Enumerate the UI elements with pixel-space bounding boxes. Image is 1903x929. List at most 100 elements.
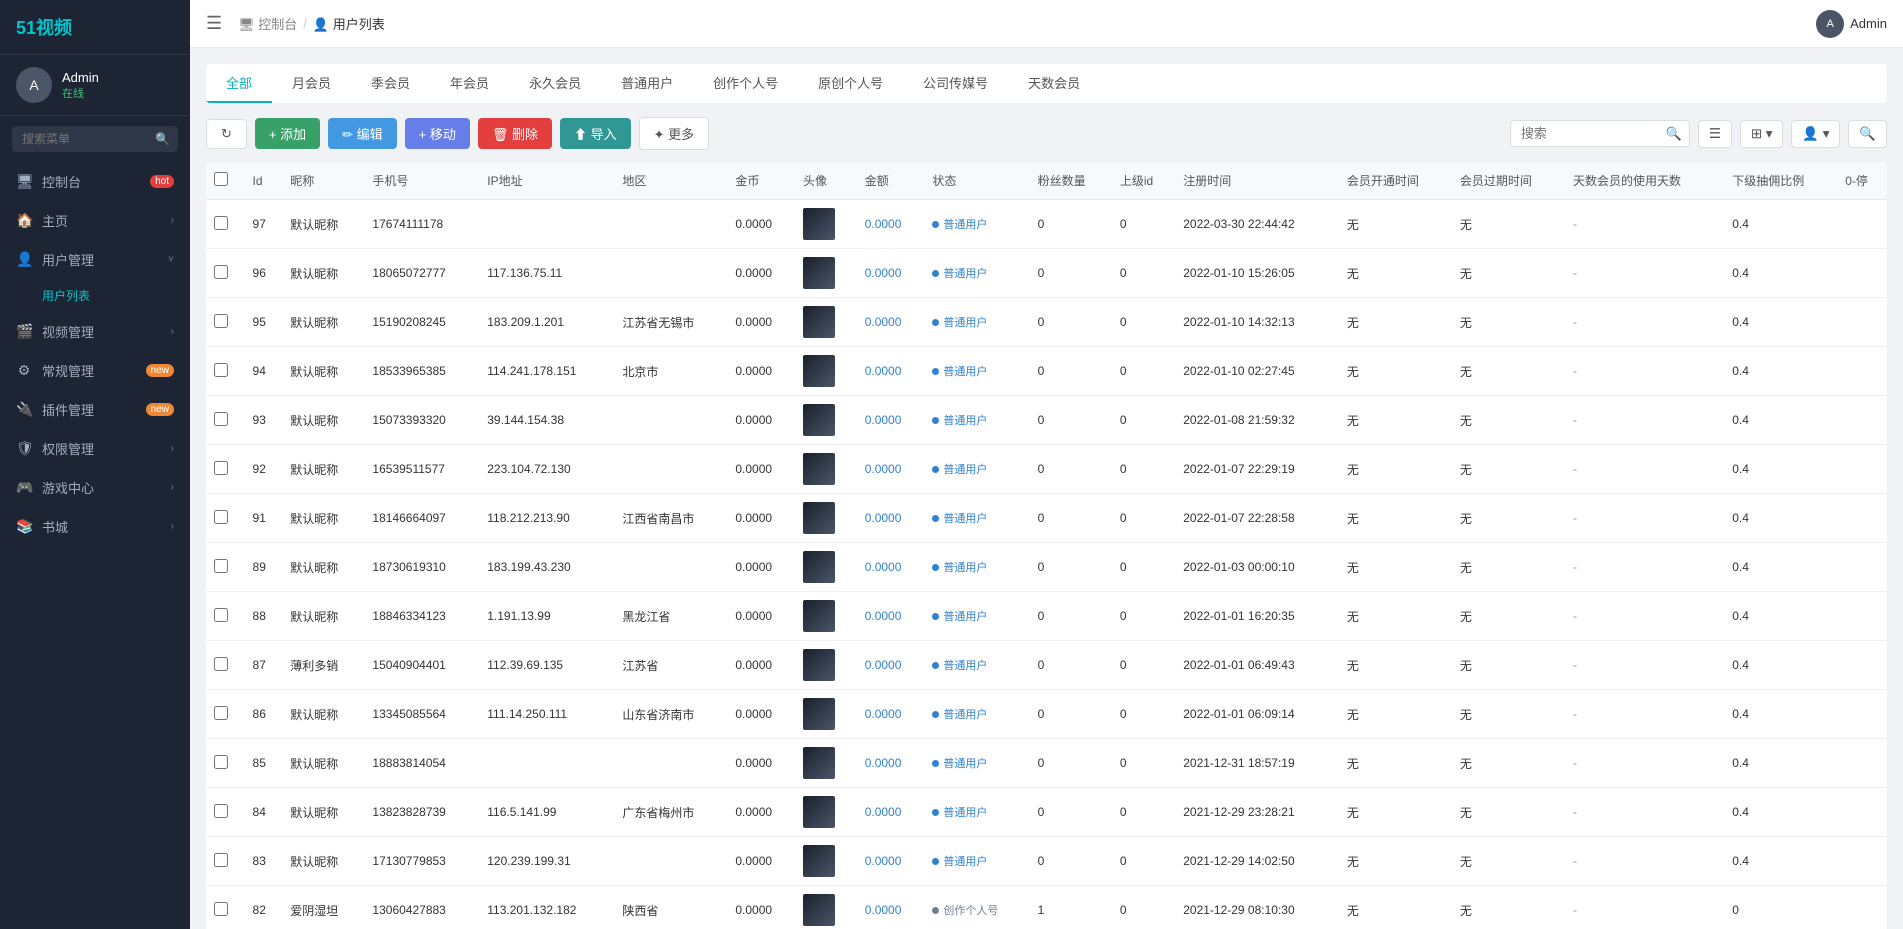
- cell-region: 北京市: [614, 347, 727, 396]
- row-checkbox[interactable]: [214, 216, 228, 230]
- breadcrumb-item-console: 🖥 控制台: [238, 14, 297, 33]
- row-checkbox[interactable]: [214, 461, 228, 475]
- row-checkbox[interactable]: [214, 265, 228, 279]
- cell-amount[interactable]: 0.0000: [857, 641, 925, 690]
- row-checkbox[interactable]: [214, 804, 228, 818]
- sidebar-item-bookstore[interactable]: 📚 书城 ›: [0, 507, 190, 546]
- cell-amount[interactable]: 0.0000: [857, 690, 925, 739]
- tab-company-media[interactable]: 公司传媒号: [903, 64, 1008, 103]
- cell-status: 创作个人号: [924, 886, 1029, 929]
- row-checkbox[interactable]: [214, 412, 228, 426]
- cell-amount[interactable]: 0.0000: [857, 445, 925, 494]
- cell-tianshu-days: -: [1565, 739, 1724, 788]
- topbar-menu-toggle[interactable]: ☰: [206, 13, 222, 34]
- add-button[interactable]: + 添加: [255, 118, 320, 149]
- row-checkbox[interactable]: [214, 559, 228, 573]
- view-list-button[interactable]: ☰: [1698, 120, 1732, 148]
- refresh-button[interactable]: ↻: [206, 119, 247, 149]
- tab-permanent[interactable]: 永久会员: [509, 64, 601, 103]
- sidebar-item-perm-mgmt[interactable]: 🛡 权限管理 ›: [0, 429, 190, 468]
- cell-amount[interactable]: 0.0000: [857, 396, 925, 445]
- cell-amount[interactable]: 0.0000: [857, 200, 925, 249]
- move-button[interactable]: + 移动: [405, 118, 470, 149]
- tab-annual[interactable]: 年会员: [430, 64, 509, 103]
- sidebar-item-plugin-mgmt[interactable]: 🔌 插件管理 new: [0, 390, 190, 429]
- cell-status-flag: [1837, 347, 1887, 396]
- game-center-arrow-icon: ›: [171, 482, 174, 493]
- cell-amount[interactable]: 0.0000: [857, 788, 925, 837]
- cell-phone: 18533965385: [364, 347, 479, 396]
- select-all-checkbox[interactable]: [214, 172, 228, 186]
- cell-reg-time: 2022-03-30 22:44:42: [1175, 200, 1339, 249]
- row-checkbox[interactable]: [214, 363, 228, 377]
- tab-creator-personal[interactable]: 创作个人号: [693, 64, 798, 103]
- sidebar-item-game-center[interactable]: 🎮 游戏中心 ›: [0, 468, 190, 507]
- row-checkbox[interactable]: [214, 853, 228, 867]
- cell-member-start: 无: [1339, 690, 1452, 739]
- import-button[interactable]: ⬆ 导入: [560, 118, 631, 149]
- cell-amount[interactable]: 0.0000: [857, 298, 925, 347]
- cell-phone: 18146664097: [364, 494, 479, 543]
- table-search-icon[interactable]: 🔍: [1666, 126, 1682, 142]
- sidebar-search-input[interactable]: [12, 126, 178, 152]
- cell-amount[interactable]: 0.0000: [857, 543, 925, 592]
- view-grid-button[interactable]: ⊞ ▾: [1740, 120, 1784, 148]
- cell-id: 92: [245, 445, 283, 494]
- edit-button[interactable]: ✏ 编辑: [328, 118, 397, 149]
- sidebar-item-video-mgmt[interactable]: 🎬 视频管理 ›: [0, 312, 190, 351]
- tab-normal[interactable]: 普通用户: [601, 64, 693, 103]
- cell-member-end: 无: [1452, 396, 1565, 445]
- cell-amount[interactable]: 0.0000: [857, 886, 925, 929]
- cell-fans: 0: [1030, 249, 1112, 298]
- sidebar-item-user-list[interactable]: 用户列表: [0, 279, 190, 312]
- tab-quarterly[interactable]: 季会员: [351, 64, 430, 103]
- row-checkbox[interactable]: [214, 608, 228, 622]
- cell-avatar: [795, 347, 857, 396]
- row-checkbox[interactable]: [214, 755, 228, 769]
- cell-fans: 0: [1030, 592, 1112, 641]
- table-row: 93 默认昵称 15073393320 39.144.154.38 0.0000…: [206, 396, 1887, 445]
- cell-status: 普通用户: [924, 396, 1029, 445]
- delete-button[interactable]: 🗑 删除: [478, 118, 552, 149]
- column-settings-button[interactable]: 👤 ▾: [1791, 120, 1840, 148]
- tab-tianshu[interactable]: 天数会员: [1008, 64, 1100, 103]
- cell-avatar: [795, 739, 857, 788]
- cell-amount[interactable]: 0.0000: [857, 739, 925, 788]
- console-icon: 🖥: [16, 173, 32, 190]
- more-button[interactable]: ✦ 更多: [639, 117, 710, 150]
- cell-parent-id: 0: [1112, 543, 1175, 592]
- row-checkbox[interactable]: [214, 657, 228, 671]
- cell-status-flag: [1837, 690, 1887, 739]
- cell-phone: 13060427883: [364, 886, 479, 929]
- row-checkbox[interactable]: [214, 706, 228, 720]
- cell-coins: 0.0000: [727, 543, 795, 592]
- cell-amount[interactable]: 0.0000: [857, 837, 925, 886]
- cell-amount[interactable]: 0.0000: [857, 249, 925, 298]
- tab-monthly[interactable]: 月会员: [272, 64, 351, 103]
- tab-all[interactable]: 全部: [206, 64, 272, 103]
- sidebar-item-console[interactable]: 🖥 控制台 hot: [0, 162, 190, 201]
- tab-original-personal[interactable]: 原创个人号: [798, 64, 903, 103]
- cell-id: 84: [245, 788, 283, 837]
- cell-amount[interactable]: 0.0000: [857, 347, 925, 396]
- table-row: 92 默认昵称 16539511577 223.104.72.130 0.000…: [206, 445, 1887, 494]
- cell-region: [614, 543, 727, 592]
- cell-nickname: 默认昵称: [282, 592, 364, 641]
- filter-search-button[interactable]: 🔍: [1848, 120, 1887, 148]
- sidebar-item-home[interactable]: 🏠 主页 ›: [0, 201, 190, 240]
- cell-amount[interactable]: 0.0000: [857, 494, 925, 543]
- cell-amount[interactable]: 0.0000: [857, 592, 925, 641]
- sidebar-item-general-mgmt[interactable]: ⚙ 常规管理 new: [0, 351, 190, 390]
- row-checkbox[interactable]: [214, 902, 228, 916]
- cell-status-flag: [1837, 445, 1887, 494]
- plugin-mgmt-icon: 🔌: [16, 401, 32, 418]
- table-search-input[interactable]: [1510, 120, 1690, 147]
- breadcrumb-item-user-list: 👤 用户列表: [313, 14, 385, 33]
- sidebar-item-user-mgmt[interactable]: 👤 用户管理 ˅: [0, 240, 190, 279]
- cell-nickname: 默认昵称: [282, 298, 364, 347]
- row-checkbox[interactable]: [214, 314, 228, 328]
- row-checkbox[interactable]: [214, 510, 228, 524]
- cell-status: 普通用户: [924, 298, 1029, 347]
- cell-avatar: [795, 788, 857, 837]
- cell-parent-id: 0: [1112, 200, 1175, 249]
